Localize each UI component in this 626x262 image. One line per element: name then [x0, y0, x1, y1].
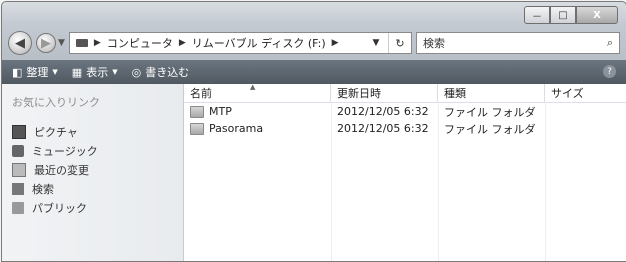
- explorer-body: お気に入りリンク ピクチャ ミュージック 最近の変更 検索 パブリック 名前 ▲…: [2, 83, 626, 261]
- column-headers: 名前 ▲ 更新日時 種類 サイズ: [184, 83, 626, 103]
- file-name: MTP: [209, 105, 232, 118]
- nav-item-label: ピクチャ: [34, 125, 78, 139]
- nav-item-label: パブリック: [32, 201, 87, 215]
- back-button[interactable]: ◀: [8, 31, 32, 55]
- refresh-button[interactable]: ↻: [388, 33, 411, 53]
- list-item[interactable]: Pasorama 2012/12/05 6:32 ファイル フォルダ: [184, 120, 626, 137]
- burn-icon: ◎: [131, 65, 142, 79]
- pictures-icon: [12, 124, 26, 139]
- recent-icon: [12, 162, 26, 177]
- explorer-window: － □ X ◀ ▶ ▼ ▶ コンピュータ ▶ リムーバブル ディスク (F:) …: [1, 1, 626, 262]
- folder-icon: [190, 122, 204, 135]
- column-header-name[interactable]: 名前 ▲: [184, 83, 331, 102]
- column-divider: [331, 102, 332, 261]
- column-header-date[interactable]: 更新日時: [331, 84, 438, 102]
- minimize-button[interactable]: －: [524, 6, 550, 24]
- breadcrumb-separator-icon[interactable]: ▶: [94, 38, 101, 48]
- folder-icon: [190, 105, 204, 118]
- command-bar: ◧ 整理 ▼ ▦ 表示 ▼ ◎ 書き込む ?: [2, 60, 626, 84]
- nav-item-recent[interactable]: 最近の変更: [12, 160, 183, 179]
- navigation-pane: お気に入りリンク ピクチャ ミュージック 最近の変更 検索 パブリック: [2, 84, 184, 261]
- caption-buttons: － □ X: [524, 6, 618, 24]
- file-list: 名前 ▲ 更新日時 種類 サイズ MTP 2012/12/05 6:32 ファイ…: [184, 83, 626, 261]
- column-header-label: 名前: [190, 87, 212, 100]
- list-item[interactable]: MTP 2012/12/05 6:32 ファイル フォルダ: [184, 103, 626, 120]
- favorite-links-heading: お気に入りリンク: [12, 96, 100, 109]
- organize-icon: ◧: [12, 65, 23, 79]
- file-name-cell: MTP: [184, 105, 331, 118]
- recent-pages-dropdown[interactable]: ▼: [58, 38, 65, 48]
- breadcrumb-separator-icon[interactable]: ▶: [332, 38, 339, 48]
- column-header-size[interactable]: サイズ: [545, 84, 626, 102]
- column-divider: [545, 102, 546, 261]
- maximize-button[interactable]: □: [550, 6, 576, 24]
- views-label: 表示: [86, 66, 109, 79]
- chevron-down-icon: ▼: [52, 68, 58, 76]
- file-type: ファイル フォルダ: [444, 122, 536, 136]
- help-icon[interactable]: ?: [603, 65, 616, 78]
- file-date: 2012/12/05 6:32: [337, 105, 429, 118]
- address-bar[interactable]: ▶ コンピュータ ▶ リムーバブル ディスク (F:) ▶ ▼ ↻: [68, 32, 412, 54]
- burn-button[interactable]: ◎ 書き込む: [132, 64, 190, 80]
- search-icon: [12, 182, 24, 195]
- address-bar-row: ◀ ▶ ▼ ▶ コンピュータ ▶ リムーバブル ディスク (F:) ▶ ▼ ↻ …: [8, 29, 620, 57]
- organize-button[interactable]: ◧ 整理 ▼: [12, 64, 58, 80]
- nav-item-public[interactable]: パブリック: [12, 198, 183, 217]
- file-name-cell: Pasorama: [184, 122, 331, 135]
- nav-item-pictures[interactable]: ピクチャ: [12, 122, 183, 141]
- nav-item-label: ミュージック: [32, 144, 98, 158]
- search-input[interactable]: 検索: [423, 35, 445, 51]
- breadcrumb-removable-disk[interactable]: リムーバブル ディスク (F:): [192, 35, 326, 51]
- nav-item-label: 最近の変更: [34, 163, 89, 177]
- burn-label: 書き込む: [145, 66, 190, 79]
- close-button[interactable]: X: [576, 6, 618, 24]
- search-box[interactable]: 検索 ⌕: [416, 32, 620, 54]
- sort-ascending-icon: ▲: [250, 83, 256, 91]
- public-icon: [12, 201, 24, 214]
- address-dropdown-icon[interactable]: ▼: [370, 38, 382, 48]
- organize-label: 整理: [26, 66, 49, 79]
- music-icon: [12, 144, 24, 157]
- breadcrumb-separator-icon[interactable]: ▶: [179, 38, 186, 48]
- chevron-down-icon: ▼: [112, 68, 118, 76]
- search-icon[interactable]: ⌕: [607, 36, 613, 50]
- nav-item-music[interactable]: ミュージック: [12, 141, 183, 160]
- nav-item-search[interactable]: 検索: [12, 179, 183, 198]
- file-type: ファイル フォルダ: [444, 105, 536, 119]
- column-header-type[interactable]: 種類: [438, 84, 545, 102]
- breadcrumb-computer[interactable]: コンピュータ: [107, 35, 173, 51]
- drive-icon: [75, 39, 88, 47]
- views-button[interactable]: ▦ 表示 ▼: [72, 64, 118, 80]
- nav-item-label: 検索: [32, 182, 54, 196]
- column-divider: [438, 102, 439, 261]
- file-name: Pasorama: [209, 122, 264, 135]
- file-date: 2012/12/05 6:32: [337, 122, 429, 135]
- forward-button[interactable]: ▶: [36, 33, 56, 53]
- views-icon: ▦: [71, 65, 83, 79]
